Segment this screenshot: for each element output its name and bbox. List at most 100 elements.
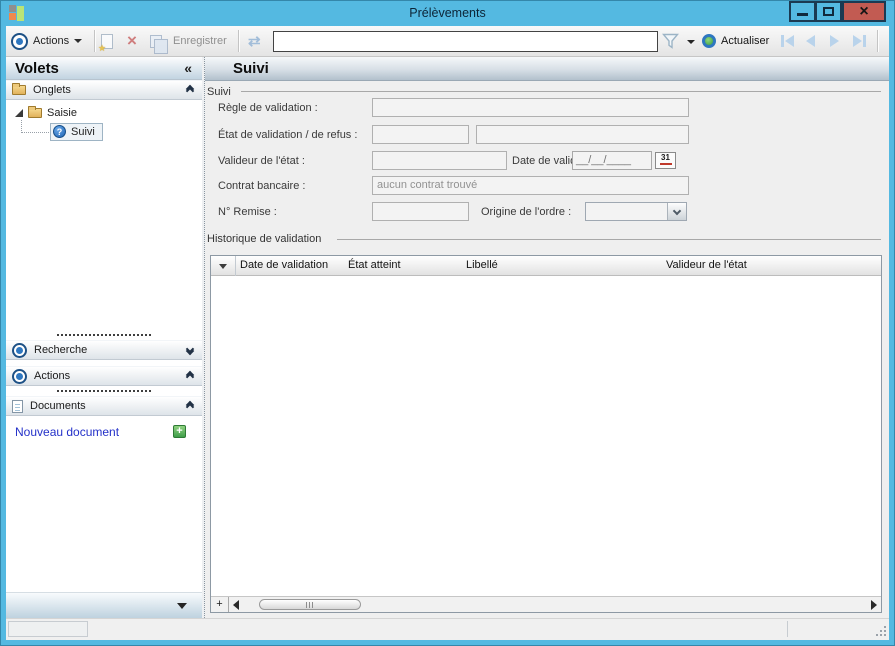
valideur-input [372, 151, 507, 170]
tree-node-suivi[interactable]: Suivi [50, 123, 103, 141]
help-icon [53, 125, 66, 138]
funnel-icon [662, 33, 679, 49]
panel-splitter[interactable] [6, 330, 202, 340]
filter-button[interactable] [662, 26, 679, 56]
origine-select[interactable] [585, 202, 687, 221]
column-header-etat[interactable]: État atteint [348, 259, 401, 271]
toolbar-separator [94, 30, 95, 52]
toolbar-separator [238, 30, 239, 52]
chevron-down-icon [177, 603, 187, 609]
section-label: Onglets [33, 84, 180, 96]
toolbar-separator [877, 30, 878, 52]
search-input[interactable] [273, 31, 658, 52]
sidebar-section-actions[interactable]: Actions [6, 366, 202, 386]
etat-label: État de validation / de refus : [218, 129, 357, 141]
tree-node-saisie[interactable]: Saisie [15, 107, 77, 119]
selected-tree-node[interactable]: Suivi [50, 123, 103, 141]
group-legend-suivi: Suivi [207, 86, 231, 98]
group-border [337, 239, 881, 240]
folder-icon [28, 108, 42, 118]
nav-last-button[interactable] [853, 26, 866, 56]
save-icon [150, 35, 162, 48]
window-close-button[interactable] [842, 1, 886, 22]
panel-scroll-down-button[interactable] [6, 592, 202, 618]
contrat-label: Contrat bancaire : [218, 180, 305, 192]
row-selector-filter-icon[interactable] [219, 264, 227, 269]
sidebar-section-recherche[interactable]: Recherche [6, 340, 202, 360]
panel-splitter[interactable] [6, 386, 202, 396]
actions-menu-button[interactable]: Actions [11, 26, 82, 56]
group-legend-historique: Historique de validation [207, 233, 321, 245]
actions-menu-label: Actions [33, 35, 69, 47]
sidebar-section-onglets[interactable]: Onglets [6, 80, 202, 100]
column-header-date[interactable]: Date de validation [240, 259, 328, 271]
sidebar-title: Volets [15, 60, 184, 77]
section-label: Documents [30, 400, 180, 412]
sync-icon [248, 32, 261, 50]
first-record-icon [781, 35, 784, 47]
etat-refus-input [476, 125, 689, 144]
horizontal-scrollbar[interactable] [211, 596, 881, 612]
collapse-sidebar-icon[interactable] [184, 60, 192, 76]
page-header: Suivi [205, 57, 889, 81]
app-window: Prélèvements Actions Enregistrer [0, 0, 895, 646]
minimize-icon [797, 13, 808, 16]
window-maximize-button[interactable] [815, 1, 842, 22]
contrat-input: aucun contrat trouvé [372, 176, 689, 195]
scroll-left-arrow-icon[interactable] [233, 600, 239, 610]
sync-button[interactable] [248, 26, 261, 56]
chevron-up-double-icon [187, 86, 193, 94]
delete-record-button[interactable] [127, 26, 137, 56]
delete-icon [127, 33, 137, 49]
date-validation-input[interactable]: __/__/____ [572, 151, 652, 170]
save-button[interactable]: Enregistrer [150, 26, 227, 56]
tree-node-label: Saisie [47, 107, 77, 119]
nav-first-button[interactable] [781, 26, 794, 56]
remise-input [372, 202, 469, 221]
new-document-link[interactable]: Nouveau document [15, 425, 119, 439]
refresh-icon [702, 34, 716, 48]
new-record-button[interactable] [101, 26, 113, 56]
onglets-tree: Saisie Suivi [6, 100, 202, 330]
save-label: Enregistrer [173, 35, 227, 47]
refresh-button[interactable]: Actualiser [702, 26, 769, 56]
nav-next-button[interactable] [830, 26, 839, 56]
scroll-right-arrow-icon[interactable] [871, 600, 877, 610]
chevron-down-icon [74, 39, 82, 43]
resize-grip-icon[interactable] [875, 625, 886, 636]
thumb-grip-icon [306, 602, 307, 608]
origine-label: Origine de l'ordre : [481, 206, 571, 218]
refresh-label: Actualiser [721, 35, 769, 47]
document-icon [12, 400, 23, 413]
chevron-down-icon [673, 206, 681, 214]
group-border [241, 91, 881, 92]
column-header-valideur[interactable]: Valideur de l'état [666, 259, 747, 271]
tree-node-label: Suivi [71, 126, 95, 138]
sidebar-header: Volets [6, 57, 202, 80]
regle-input [372, 98, 689, 117]
tree-expander-icon[interactable] [15, 109, 23, 117]
select-dropdown-button[interactable] [667, 203, 686, 220]
column-header-libelle[interactable]: Libellé [466, 259, 498, 271]
target-icon [11, 33, 28, 50]
valideur-label: Valideur de l'état : [218, 155, 305, 167]
table-body-empty[interactable] [212, 276, 880, 596]
scrollbar-thumb[interactable] [259, 599, 361, 610]
new-document-icon [101, 34, 113, 49]
nav-previous-button[interactable] [806, 26, 815, 56]
sidebar-volets: Volets Onglets Saisie Suivi [6, 57, 202, 618]
chevron-up-double-icon [187, 372, 193, 380]
add-document-button[interactable] [173, 425, 186, 438]
window-minimize-button[interactable] [789, 1, 816, 22]
maximize-icon [823, 7, 834, 16]
add-row-button[interactable] [211, 597, 229, 612]
next-record-icon [830, 35, 839, 47]
target-icon [12, 343, 27, 358]
page-title: Suivi [233, 60, 269, 77]
status-bar [6, 618, 889, 640]
calendar-picker-button[interactable]: 31 [655, 152, 676, 169]
filter-dropdown-caret-icon[interactable] [687, 40, 695, 44]
status-separator [787, 621, 788, 637]
sidebar-section-documents[interactable]: Documents [6, 396, 202, 416]
status-cell-left [8, 621, 88, 637]
